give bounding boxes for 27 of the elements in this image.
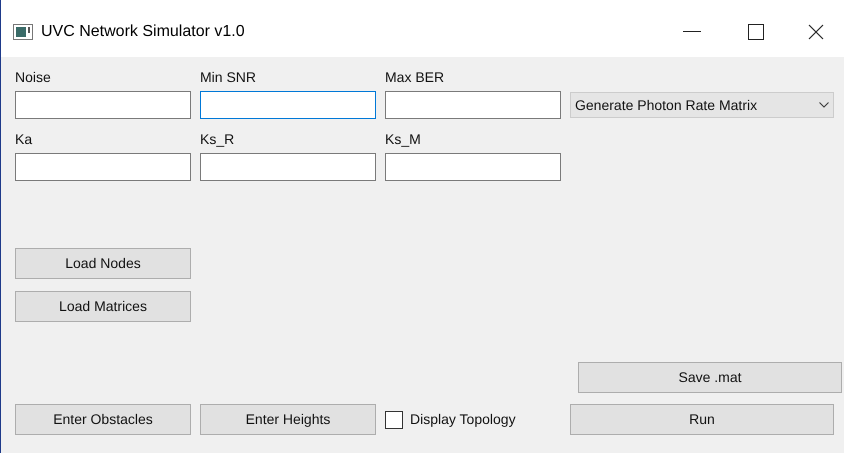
enter-button[interactable]: Enter Obstacles bbox=[15, 404, 191, 435]
load-button[interactable]: Load Nodes bbox=[15, 248, 191, 279]
field-label: Ks_M bbox=[385, 130, 422, 149]
app-icon bbox=[13, 24, 33, 40]
field-label: Ka bbox=[15, 130, 34, 149]
field-label: Max BER bbox=[385, 68, 446, 87]
input-field[interactable] bbox=[200, 153, 376, 181]
load-button[interactable]: Load Matrices bbox=[15, 291, 191, 322]
window-title: UVC Network Simulator v1.0 bbox=[41, 22, 245, 42]
field-label: Ks_R bbox=[200, 130, 236, 149]
close-icon bbox=[808, 24, 824, 40]
input-field[interactable] bbox=[15, 153, 191, 181]
checkbox-label: Display Topology bbox=[410, 410, 516, 429]
input-field[interactable] bbox=[15, 91, 191, 119]
input-field[interactable] bbox=[385, 91, 561, 119]
checkbox[interactable] bbox=[385, 410, 403, 428]
input-field[interactable] bbox=[200, 91, 376, 119]
enter-button[interactable]: Enter Heights bbox=[200, 404, 376, 435]
chevron-down-icon bbox=[819, 102, 829, 108]
field-label: Min SNR bbox=[200, 68, 258, 87]
run-button[interactable]: Run bbox=[570, 404, 834, 435]
input-field[interactable] bbox=[385, 153, 561, 181]
minimize-icon bbox=[683, 30, 701, 32]
field-label: Noise bbox=[15, 68, 52, 87]
save-button[interactable]: Save .mat bbox=[578, 362, 842, 393]
mode-dropdown[interactable]: Generate Photon Rate Matrix bbox=[570, 92, 834, 118]
maximize-icon bbox=[748, 24, 764, 40]
